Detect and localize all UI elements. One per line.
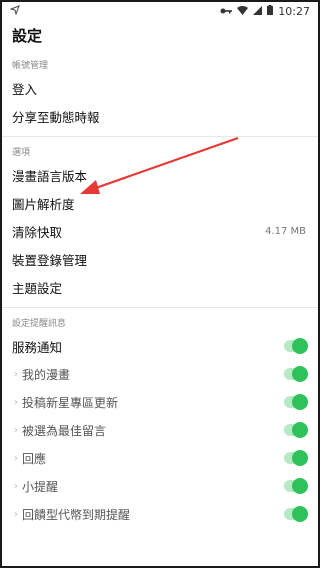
- location-arrow-icon: [9, 4, 20, 18]
- settings-item-label: 回饋型代幣到期提醒: [22, 507, 131, 522]
- my-comics-toggle[interactable]: [284, 366, 308, 382]
- settings-item-label: 主題設定: [12, 280, 63, 296]
- settings-item-service-notice[interactable]: 服務通知: [2, 332, 318, 360]
- signal-icon: [253, 5, 263, 18]
- bullet-icon: ›: [14, 424, 18, 436]
- bullet-icon: ›: [14, 480, 18, 492]
- settings-item-tips[interactable]: › 小提醒: [2, 472, 318, 500]
- settings-item-share-timeline[interactable]: 分享至動態時報: [2, 102, 318, 130]
- toggle-knob: [292, 506, 308, 522]
- wifi-icon: [237, 5, 249, 18]
- settings-item-my-comics[interactable]: › 我的漫畫: [2, 360, 318, 388]
- toggle-knob: [292, 450, 308, 466]
- status-time: 10:27: [278, 4, 310, 18]
- settings-item-login[interactable]: 登入: [2, 74, 318, 102]
- replies-toggle[interactable]: [284, 450, 308, 466]
- section-divider: [2, 136, 318, 137]
- bullet-icon: ›: [14, 508, 18, 520]
- settings-item-label: 裝置登錄管理: [12, 252, 88, 268]
- toggle-knob: [292, 422, 308, 438]
- settings-item-replies[interactable]: › 回應: [2, 444, 318, 472]
- section-header-options: 選項: [12, 147, 31, 158]
- settings-item-coin-expiry[interactable]: › 回饋型代幣到期提醒: [2, 500, 318, 528]
- settings-item-label: 分享至動態時報: [12, 109, 100, 125]
- toggle-knob: [292, 338, 308, 354]
- settings-item-label: 登入: [12, 81, 38, 97]
- settings-item-label: 回應: [22, 451, 47, 466]
- best-comment-toggle[interactable]: [284, 422, 308, 438]
- bullet-icon: ›: [14, 396, 18, 408]
- settings-item-label: 漫畫語言版本: [12, 168, 88, 184]
- settings-item-clear-cache[interactable]: 清除快取 4.17 MB: [2, 217, 318, 245]
- coin-expiry-toggle[interactable]: [284, 506, 308, 522]
- battery-icon: [267, 4, 274, 18]
- settings-item-comic-language[interactable]: 漫畫語言版本: [2, 161, 318, 189]
- settings-list: 帳號管理 登入 分享至動態時報 選項 漫畫語言版本 圖片解析度 清除快取 4.1…: [2, 54, 318, 528]
- cache-size-value: 4.17 MB: [265, 225, 306, 237]
- settings-item-label: 圖片解析度: [12, 196, 75, 212]
- service-notice-toggle[interactable]: [284, 338, 308, 354]
- section-divider: [2, 307, 318, 308]
- settings-item-device-management[interactable]: 裝置登錄管理: [2, 245, 318, 273]
- settings-item-label: 小提醒: [22, 479, 59, 494]
- settings-item-label: 我的漫畫: [22, 367, 71, 382]
- settings-item-image-resolution[interactable]: 圖片解析度: [2, 189, 318, 217]
- settings-item-label: 服務通知: [12, 339, 63, 355]
- settings-item-best-comment[interactable]: › 被選為最佳留言: [2, 416, 318, 444]
- key-icon: [220, 5, 233, 18]
- toggle-knob: [292, 394, 308, 410]
- screenshot-frame: 10:27 設定 帳號管理 登入 分享至動態時報 選項 漫畫語言版本 圖片解析度…: [0, 0, 320, 568]
- settings-item-label: 清除快取: [12, 224, 63, 240]
- status-bar: 10:27: [2, 2, 318, 20]
- section-header-notifications: 設定提醒訊息: [12, 318, 67, 329]
- bullet-icon: ›: [14, 452, 18, 464]
- page-title: 設定: [12, 26, 43, 45]
- tips-toggle[interactable]: [284, 478, 308, 494]
- settings-item-theme[interactable]: 主題設定: [2, 273, 318, 301]
- section-header-account: 帳號管理: [12, 60, 49, 71]
- submission-update-toggle[interactable]: [284, 394, 308, 410]
- settings-item-label: 被選為最佳留言: [22, 423, 107, 438]
- settings-item-label: 投稿新星專區更新: [22, 395, 119, 410]
- toggle-knob: [292, 478, 308, 494]
- settings-item-submission-update[interactable]: › 投稿新星專區更新: [2, 388, 318, 416]
- toggle-knob: [292, 366, 308, 382]
- bullet-icon: ›: [14, 368, 18, 380]
